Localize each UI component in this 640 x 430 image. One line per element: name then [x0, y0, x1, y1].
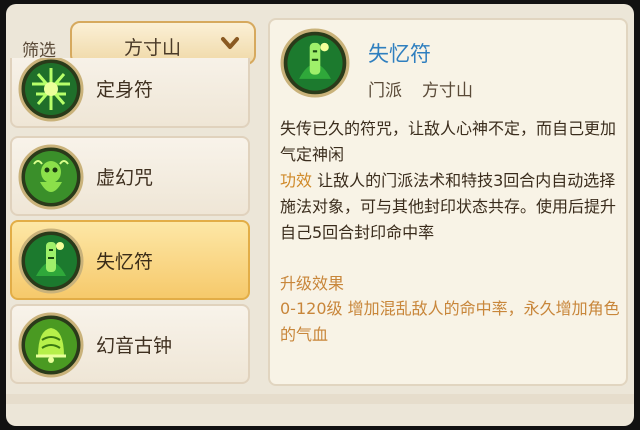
filter-value: 方寸山: [124, 37, 182, 59]
sect-label: 门派: [368, 81, 402, 101]
effect-text: 让敌人的门派法术和特技3回合内自动选择施法对象，可与其他封印状态共存。使用后提升…: [280, 171, 617, 242]
list-item-label: 虚幻咒: [96, 167, 154, 189]
skill-window: 筛选 方寸山 定身符 虚幻咒 失忆符 幻音古钟 失忆符 门派 方寸山 失传已久的…: [6, 4, 634, 426]
skill-description: 失传已久的符咒，让敌人心神不定，而自己更加气定神闲 功效 让敌人的门派法术和特技…: [280, 116, 620, 246]
list-item[interactable]: 定身符: [10, 58, 250, 128]
upgrade-text: 0-120级 增加混乱敌人的命中率，永久增加角色的气血: [280, 299, 620, 344]
skill-list[interactable]: 定身符 虚幻咒 失忆符 幻音古钟: [8, 58, 258, 398]
list-item[interactable]: 幻音古钟: [10, 304, 250, 384]
chevron-down-icon: [221, 37, 239, 49]
skill-detail-panel: 失忆符 门派 方寸山 失传已久的符咒，让敌人心神不定，而自己更加气定神闲 功效 …: [268, 18, 628, 386]
talisman-icon: [18, 58, 84, 122]
list-item-selected[interactable]: 失忆符: [10, 220, 250, 300]
list-item-label: 失忆符: [96, 251, 154, 273]
upgrade-title: 升级效果: [280, 274, 345, 293]
bottom-strip: [6, 394, 634, 404]
description-text: 失传已久的符咒，让敌人心神不定，而自己更加气定神闲: [280, 119, 617, 164]
effect-label: 功效: [280, 171, 313, 190]
sect-value: 方寸山: [422, 81, 473, 101]
skill-name: 失忆符: [368, 42, 431, 66]
amnesia-talisman-icon: [18, 228, 84, 294]
ancient-bell-icon: [18, 312, 84, 378]
amnesia-talisman-icon: [280, 28, 350, 98]
list-item-label: 幻音古钟: [96, 335, 173, 357]
list-item[interactable]: 虚幻咒: [10, 136, 250, 216]
list-item-label: 定身符: [96, 79, 154, 101]
ghost-spell-icon: [18, 144, 84, 210]
